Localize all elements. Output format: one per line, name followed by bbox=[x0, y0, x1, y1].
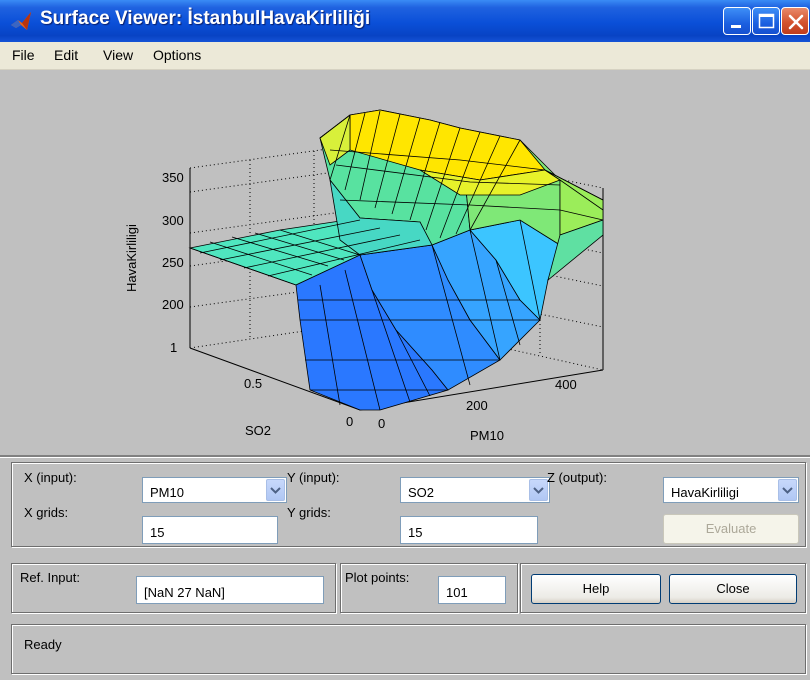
y-tick-label: 0 bbox=[346, 414, 353, 429]
ref-input-label: Ref. Input: bbox=[20, 570, 80, 585]
status-panel: Ready bbox=[11, 624, 806, 674]
action-buttons-panel: Help Close bbox=[520, 563, 806, 613]
menu-file[interactable]: File bbox=[12, 47, 35, 63]
title-bar[interactable]: Surface Viewer: İstanbulHavaKirliliği bbox=[0, 0, 810, 42]
x-tick-label: 200 bbox=[466, 398, 488, 413]
chevron-down-icon bbox=[266, 479, 285, 501]
minimize-icon bbox=[731, 25, 741, 28]
ref-input-field[interactable]: [NaN 27 NaN] bbox=[136, 576, 324, 604]
x-tick-label: 0 bbox=[378, 416, 385, 431]
y-axis-label: SO2 bbox=[245, 423, 271, 438]
plot-points-input[interactable]: 101 bbox=[438, 576, 506, 604]
close-window-button[interactable] bbox=[781, 7, 809, 35]
x-grids-input[interactable]: 15 bbox=[142, 516, 278, 544]
menu-view[interactable]: View bbox=[103, 47, 133, 63]
axis-settings-panel: X (input): PM10 Y (input): SO2 Z (output… bbox=[11, 462, 806, 547]
surface-viewer-window: Surface Viewer: İstanbulHavaKirliliği Fi… bbox=[0, 0, 810, 680]
x-grids-label: X grids: bbox=[24, 505, 69, 520]
z-output-value: HavaKirliligi bbox=[671, 485, 739, 500]
y-grids-input[interactable]: 15 bbox=[400, 516, 538, 544]
y-input-select[interactable]: SO2 bbox=[400, 477, 550, 503]
close-icon bbox=[788, 14, 804, 30]
maximize-icon bbox=[758, 13, 775, 29]
matlab-logo-icon bbox=[11, 12, 31, 30]
evaluate-button[interactable]: Evaluate bbox=[663, 514, 799, 544]
chevron-down-icon bbox=[529, 479, 548, 501]
minimize-button[interactable] bbox=[723, 7, 751, 35]
x-input-select[interactable]: PM10 bbox=[142, 477, 287, 503]
x-axis-label: PM10 bbox=[470, 428, 504, 443]
y-tick-label: 1 bbox=[170, 340, 177, 355]
z-tick-label: 250 bbox=[162, 255, 184, 270]
menu-bar: File Edit View Options bbox=[0, 42, 810, 70]
z-output-label: Z (output): bbox=[547, 470, 607, 485]
z-tick-label: 200 bbox=[162, 297, 184, 312]
menu-options[interactable]: Options bbox=[153, 47, 201, 63]
status-text: Ready bbox=[24, 637, 62, 652]
x-tick-label: 400 bbox=[555, 377, 577, 392]
plot-points-label: Plot points: bbox=[345, 570, 410, 585]
menu-edit[interactable]: Edit bbox=[54, 47, 78, 63]
x-input-label: X (input): bbox=[24, 470, 77, 485]
maximize-button[interactable] bbox=[752, 7, 780, 35]
y-tick-label: 0.5 bbox=[244, 376, 262, 391]
y-input-value: SO2 bbox=[408, 485, 435, 500]
z-axis: 350 300 250 200 HavaKirliligi bbox=[124, 170, 184, 312]
y-input-label: Y (input): bbox=[287, 470, 340, 485]
ref-input-panel: Ref. Input: [NaN 27 NaN] bbox=[11, 563, 336, 613]
surface-mesh bbox=[188, 109, 604, 411]
z-tick-label: 300 bbox=[162, 213, 184, 228]
plot-points-panel: Plot points: 101 bbox=[340, 563, 518, 613]
window-title: Surface Viewer: İstanbulHavaKirliliği bbox=[40, 8, 371, 29]
z-tick-label: 350 bbox=[162, 170, 184, 185]
surface-plot[interactable]: 350 300 250 200 HavaKirliligi 1 0.5 0 SO… bbox=[0, 70, 810, 455]
z-output-select[interactable]: HavaKirliligi bbox=[663, 477, 799, 503]
z-axis-label: HavaKirliligi bbox=[124, 224, 139, 292]
chevron-down-icon bbox=[778, 479, 797, 501]
close-button[interactable]: Close bbox=[669, 574, 797, 604]
x-input-value: PM10 bbox=[150, 485, 184, 500]
surface-plot-area[interactable]: 350 300 250 200 HavaKirliligi 1 0.5 0 SO… bbox=[0, 70, 810, 455]
divider bbox=[0, 455, 810, 458]
y-grids-label: Y grids: bbox=[287, 505, 331, 520]
help-button[interactable]: Help bbox=[531, 574, 661, 604]
